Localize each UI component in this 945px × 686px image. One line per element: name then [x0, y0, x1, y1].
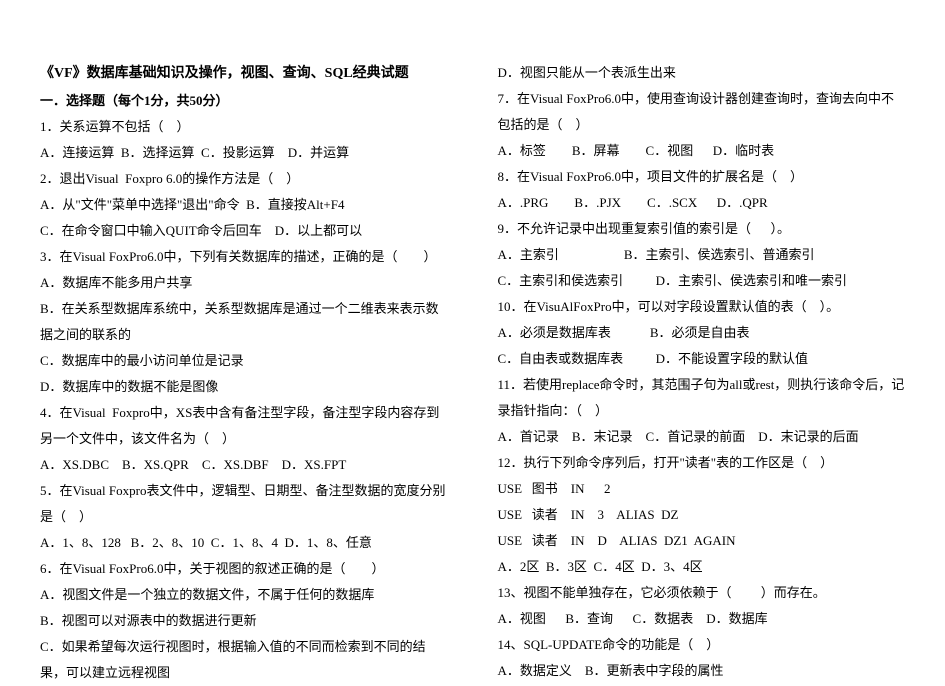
- q-line: 10．在VisuAlFoxPro中，可以对字段设置默认值的表（ ）。: [498, 294, 906, 320]
- q-line: USE 读者 IN D ALIAS DZ1 AGAIN: [498, 528, 906, 554]
- q-line: A．视图 B．查询 C．数据表 D．数据库: [498, 606, 906, 632]
- q-line: A．视图文件是一个独立的数据文件，不属于任何的数据库: [40, 582, 448, 608]
- q-line: 6．在Visual FoxPro6.0中，关于视图的叙述正确的是（ ）: [40, 556, 448, 582]
- left-column: 《VF》数据库基础知识及操作，视图、查询、SQL经典试题 一．选择题（每个1分，…: [40, 60, 448, 686]
- q-line: A．.PRG B．.PJX C．.SCX D．.QPR: [498, 190, 906, 216]
- q-line: A．标签 B．屏幕 C．视图 D．临时表: [498, 138, 906, 164]
- q-line: D．视图只能从一个表派生出来: [498, 60, 906, 86]
- q-line: A．必须是数据库表 B．必须是自由表: [498, 320, 906, 346]
- q-line: 5．在Visual Foxpro表文件中，逻辑型、日期型、备注型数据的宽度分别是…: [40, 478, 448, 530]
- q-line: 4．在Visual Foxpro中，XS表中含有备注型字段，备注型字段内容存到另…: [40, 400, 448, 452]
- section-heading: 一．选择题（每个1分，共50分）: [40, 88, 448, 114]
- q-line: 8．在Visual FoxPro6.0中，项目文件的扩展名是（ ）: [498, 164, 906, 190]
- q-line: 11．若使用replace命令时，其范围子句为all或rest，则执行该命令后，…: [498, 372, 906, 424]
- q-line: A．主索引 B．主索引、侯选索引、普通索引: [498, 242, 906, 268]
- q-line: 12．执行下列命令序列后，打开"读者"表的工作区是（ ）: [498, 450, 906, 476]
- q-line: A．XS.DBC B．XS.QPR C．XS.DBF D．XS.FPT: [40, 452, 448, 478]
- q-line: USE 读者 IN 3 ALIAS DZ: [498, 502, 906, 528]
- right-column: D．视图只能从一个表派生出来 7．在Visual FoxPro6.0中，使用查询…: [498, 60, 906, 686]
- q-line: C．在命令窗口中输入QUIT命令后回车 D．以上都可以: [40, 218, 448, 244]
- document-page: 《VF》数据库基础知识及操作，视图、查询、SQL经典试题 一．选择题（每个1分，…: [40, 60, 905, 686]
- q-line: 2．退出Visual Foxpro 6.0的操作方法是（ ）: [40, 166, 448, 192]
- q-line: 14、SQL-UPDATE命令的功能是（ ）: [498, 632, 906, 658]
- q-line: A．首记录 B．末记录 C．首记录的前面 D．末记录的后面: [498, 424, 906, 450]
- q-line: B．视图可以对源表中的数据进行更新: [40, 608, 448, 634]
- document-title: 《VF》数据库基础知识及操作，视图、查询、SQL经典试题: [40, 60, 448, 88]
- q-line: A．连接运算 B．选择运算 C．投影运算 D．并运算: [40, 140, 448, 166]
- q-line: C．主索引和侯选索引 D．主索引、侯选索引和唯一索引: [498, 268, 906, 294]
- q-line: A．从"文件"菜单中选择"退出"命令 B．直接按Alt+F4: [40, 192, 448, 218]
- q-line: 1．关系运算不包括（ ）: [40, 114, 448, 140]
- q-line: C．自由表或数据库表 D．不能设置字段的默认值: [498, 346, 906, 372]
- q-line: 13、视图不能单独存在，它必须依赖于（ ）而存在。: [498, 580, 906, 606]
- q-line: 3．在Visual FoxPro6.0中，下列有关数据库的描述，正确的是（ ）: [40, 244, 448, 270]
- q-line: 7．在Visual FoxPro6.0中，使用查询设计器创建查询时，查询去向中不…: [498, 86, 906, 138]
- q-line: C．如果希望每次运行视图时，根据输入值的不同而检索到不同的结果，可以建立远程视图: [40, 634, 448, 686]
- q-line: 9．不允许记录中出现重复索引值的索引是（ ）。: [498, 216, 906, 242]
- q-line: A．1、8、128 B．2、8、10 C．1、8、4 D．1、8、任意: [40, 530, 448, 556]
- q-line: A．数据定义 B．更新表中字段的属性: [498, 658, 906, 684]
- q-line: D．数据库中的数据不能是图像: [40, 374, 448, 400]
- q-line: USE 图书 IN 2: [498, 476, 906, 502]
- q-line: C．数据库中的最小访问单位是记录: [40, 348, 448, 374]
- q-line: B．在关系型数据库系统中，关系型数据库是通过一个二维表来表示数据之间的联系的: [40, 296, 448, 348]
- q-line: A．2区 B．3区 C．4区 D．3、4区: [498, 554, 906, 580]
- q-line: A．数据库不能多用户共享: [40, 270, 448, 296]
